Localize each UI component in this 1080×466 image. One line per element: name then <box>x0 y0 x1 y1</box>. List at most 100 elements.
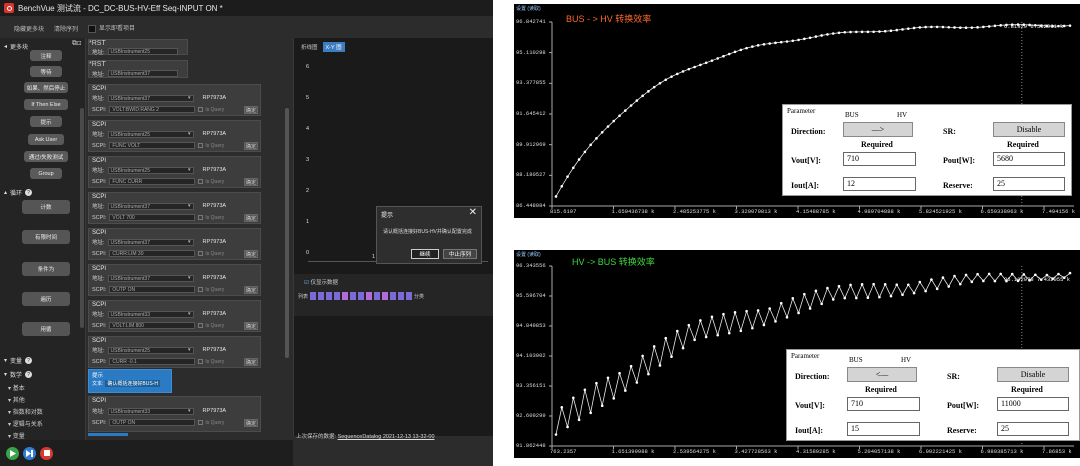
block-prompt[interactable]: 提示 <box>30 116 62 127</box>
hide-more-blocks-button[interactable]: 隐藏更多块 <box>14 24 44 33</box>
reserve-field[interactable]: 25 <box>993 177 1065 191</box>
scpi-block[interactable]: SCPI 地址:USBInstrument37 RP7973A SCPI:VOLT:B… <box>88 84 261 116</box>
scpi-command-field[interactable]: VOLT 700 <box>109 214 196 221</box>
prompt-text-field[interactable]: 确认概括连接好BUS-H <box>105 380 160 387</box>
direction-button[interactable]: <— <box>847 367 917 382</box>
scpi-block[interactable]: SCPI 地址:USBInstrument37 RP7973A SCPI:VOLT 7… <box>88 192 261 224</box>
pout-field[interactable]: 11000 <box>997 397 1069 411</box>
block-foreach[interactable]: 遍历 <box>22 292 70 306</box>
checkbox-icon[interactable] <box>88 24 97 33</box>
scpi-command-field[interactable]: FUNC VOLT <box>109 142 196 149</box>
tree-item-basic[interactable]: ▾ 基本 <box>8 383 25 392</box>
continue-button[interactable]: 继续 <box>411 249 439 259</box>
block-comment[interactable]: 注释 <box>30 50 62 61</box>
efficiency-plot-hv-bus[interactable]: 设置 (读取) HV -> BUS 转换效率 96.343556 95.59670… <box>514 250 1080 458</box>
scpi-block[interactable]: SCPI 地址:USBInstrument25 RP7973A SCPI:FUNC C… <box>88 156 261 188</box>
query-checkbox-icon[interactable] <box>198 323 204 328</box>
confirm-button[interactable]: 确定 <box>244 358 258 366</box>
address-select[interactable]: USBInstrument25 <box>107 130 194 138</box>
block-pass-fail[interactable]: 通过/失败测试 <box>24 151 68 162</box>
palette-scrollbar[interactable] <box>80 108 84 328</box>
block-count[interactable]: 计数 <box>22 200 70 214</box>
scpi-command-field[interactable]: CURR -0.1 <box>109 358 196 365</box>
address-select[interactable]: USBInstrument37 <box>107 238 194 246</box>
scpi-block-last[interactable]: SCPI 地址:USBInstrument33 RP7973A SCPI:OUTP… <box>88 396 261 432</box>
tree-item-logic[interactable]: ▾ 逻辑与关系 <box>8 419 43 428</box>
query-checkbox-icon[interactable] <box>198 143 204 148</box>
confirm-button[interactable]: 确定 <box>244 106 258 114</box>
block-timed[interactable]: 有限时间 <box>22 230 70 244</box>
more-blocks-section[interactable]: ◂ 更多块 <box>4 42 28 51</box>
address-select[interactable]: USBInstrument25 <box>107 48 178 55</box>
block-use-loop[interactable]: 用循 <box>22 322 70 336</box>
vout-field[interactable]: 710 <box>843 152 916 166</box>
confirm-button[interactable]: 确定 <box>244 250 258 258</box>
run-button[interactable] <box>6 446 19 460</box>
query-checkbox-icon[interactable] <box>198 359 204 364</box>
query-checkbox-icon[interactable] <box>198 420 204 425</box>
reserve-field[interactable]: 25 <box>997 422 1069 436</box>
stop-button[interactable] <box>40 446 53 460</box>
scpi-command-field[interactable]: OUTP ON <box>109 286 196 293</box>
block-if-then-stop[interactable]: 如果、然后停止 <box>24 82 68 93</box>
block-group[interactable]: Group <box>30 168 62 179</box>
help-icon[interactable]: ? <box>25 371 33 378</box>
scpi-block[interactable]: SCPI 地址:USBInstrument37 RP7973A SCPI:CURR:L… <box>88 228 261 260</box>
iout-field[interactable]: 15 <box>847 422 920 436</box>
address-select[interactable]: USBInstrument25 <box>107 166 194 174</box>
tab-line-chart[interactable]: 折线图 <box>298 42 321 52</box>
math-section[interactable]: ▾ 数学? <box>4 370 33 379</box>
rst-block[interactable]: *RST 地址: USBInstrument37 <box>88 60 188 78</box>
help-icon[interactable]: ? <box>25 357 33 364</box>
address-select[interactable]: USBInstrument37 <box>107 70 178 77</box>
confirm-button[interactable]: 确定 <box>244 286 258 294</box>
scpi-command-field[interactable]: FUNC CURR <box>109 178 196 185</box>
checkbox-icon[interactable]: ☑ <box>304 280 309 286</box>
address-select[interactable]: USBInstrument33 <box>107 407 194 415</box>
datalog-link[interactable]: SequenceDatalog 2021-12-13 13-32-00 <box>338 434 435 440</box>
loop-section[interactable]: ▴ 循环? <box>4 188 33 197</box>
confirm-button[interactable]: 确定 <box>244 322 258 330</box>
plot-mode-label[interactable]: 设置 (读取) <box>516 5 541 12</box>
address-select[interactable]: USBInstrument25 <box>107 346 194 354</box>
step-button[interactable] <box>23 446 36 460</box>
query-checkbox-icon[interactable] <box>198 251 204 256</box>
show-items-toggle[interactable]: 显示即看项目 <box>88 23 135 33</box>
tree-item-other[interactable]: ▾ 其他 <box>8 395 25 404</box>
close-icon[interactable]: ✕ <box>469 207 477 218</box>
rst-block[interactable]: *RST 地址: USBInstrument25 <box>88 39 188 56</box>
clear-sequence-button[interactable]: 清除序列 <box>54 24 78 33</box>
address-select[interactable]: USBInstrument37 <box>107 274 194 282</box>
address-select[interactable]: USBInstrument37 <box>107 94 194 102</box>
tab-xy-chart[interactable]: X-Y 图 <box>322 42 345 52</box>
stop-sequence-button[interactable]: 中止序列 <box>443 249 477 259</box>
block-if-then-else[interactable]: If Then Else <box>24 99 68 110</box>
scpi-block[interactable]: SCPI 地址:USBInstrument33 RP7973A SCPI:VOLT:L… <box>88 300 261 332</box>
scpi-command-field[interactable]: CURR:LIM 30 <box>109 250 196 257</box>
block-wait[interactable]: 等待 <box>30 66 62 77</box>
address-select[interactable]: USBInstrument37 <box>107 202 194 210</box>
block-ask-user[interactable]: Ask User <box>28 134 64 145</box>
confirm-button[interactable]: 确定 <box>244 419 258 427</box>
scpi-block[interactable]: SCPI 地址:USBInstrument25 RP7973A SCPI:FUNC V… <box>88 120 261 152</box>
scpi-command-field[interactable]: VOLT:BWID:RANG 2 <box>109 106 196 113</box>
confirm-button[interactable]: 确定 <box>244 178 258 186</box>
confirm-button[interactable]: 确定 <box>244 214 258 222</box>
variables-section[interactable]: ▾ 变量? <box>4 356 33 365</box>
data-row[interactable]: 列表 分类 <box>298 292 424 300</box>
plot-mode-label[interactable]: 设置 (读取) <box>516 251 541 258</box>
scpi-command-field[interactable]: OUTP ON <box>109 419 196 426</box>
window-tile-icon[interactable]: ⧉⊡ <box>72 40 81 48</box>
sr-button[interactable]: Disable <box>993 122 1065 137</box>
query-checkbox-icon[interactable] <box>198 107 204 112</box>
efficiency-plot-bus-hv[interactable]: 设置 (读取) BUS - > HV 转换效率 96.842741 95.1102… <box>514 4 1080 218</box>
query-checkbox-icon[interactable] <box>198 287 204 292</box>
confirm-button[interactable]: 确定 <box>244 142 258 150</box>
address-select[interactable]: USBInstrument33 <box>107 310 194 318</box>
query-checkbox-icon[interactable] <box>198 179 204 184</box>
iout-field[interactable]: 12 <box>843 177 916 191</box>
scpi-block[interactable]: SCPI 地址:USBInstrument37 RP7973A SCPI:OUTP O… <box>88 264 261 296</box>
sequence-scrollbar[interactable] <box>285 108 289 358</box>
vout-field[interactable]: 710 <box>847 397 920 411</box>
tree-item-exp-log[interactable]: ▾ 指数和对数 <box>8 407 43 416</box>
